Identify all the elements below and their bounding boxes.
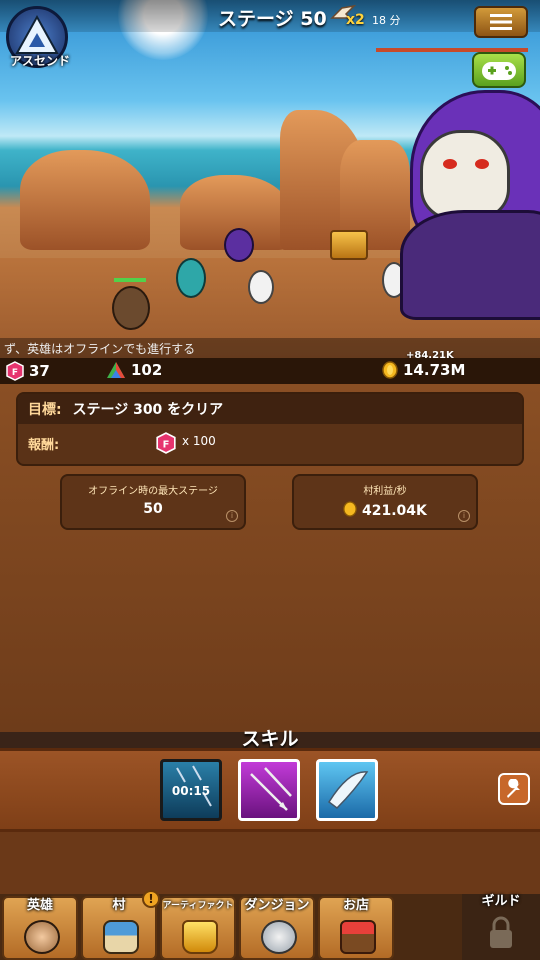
stage-label: ステージ 50 [218,8,327,30]
boss-eye [443,159,457,169]
skills-title: スキル [241,728,299,750]
village-income-value: 421.04K [362,503,427,519]
boost-multiplier: x2 [346,12,365,28]
nav-shop-label: お店 [342,898,369,913]
nav-guild[interactable]: ギルド [462,894,540,960]
nav-heroes[interactable]: 英雄 [2,896,78,960]
info-icon[interactable]: i [226,510,238,522]
svg-text:F: F [163,439,170,450]
wrench-icon [507,779,520,798]
offline-max-value: 50 [143,501,163,517]
goal-text: ステージ 300 をクリア [72,402,224,418]
offline-max-stage-box: オフライン時の最大ステージ 50 i [60,474,246,530]
tricolor-crystal-icon [107,362,125,378]
nav-artifacts[interactable]: アーティファクト [160,896,236,960]
reward-amount: x 100 [182,434,216,448]
nav-guild-label: ギルド [481,894,521,909]
news-ticker: ず、英雄はオフラインでも進行する [0,338,540,358]
skill-blade-slash[interactable] [316,759,378,821]
village-income-box: 村利益/秒 421.04K i [292,474,478,530]
pink-gem-icon: F [156,432,176,454]
crystal-count: 102 [131,361,163,379]
currency-bar: F 37 102 14.73M [0,358,540,384]
lock-icon [490,916,512,948]
nav-dungeon-label: ダンジョン [244,898,310,913]
reward-label: 報酬: [28,438,60,453]
skills-bar: 00:15 [0,748,540,832]
gold-counter[interactable]: 14.73M [382,361,465,379]
gold-count: 14.73M [403,361,466,379]
bottom-nav: 英雄 村 ! アーティファクト ダンジョン お店 ギルド [0,890,540,960]
boss-body [400,210,540,320]
village-income-title: 村利益/秒 [363,486,407,497]
village-house-icon [103,920,139,954]
offline-max-title: オフライン時の最大ステージ [88,486,218,497]
hero-portrait-icon [24,920,60,954]
boss-skull-icon [420,130,510,220]
village-income-row: 421.04K [294,501,476,519]
crown-icon [182,920,218,954]
enemy-hooded-skeleton [224,228,254,262]
enemy-skeleton [248,270,274,304]
boss-reaper[interactable] [400,90,540,320]
info-icon[interactable]: i [458,510,470,522]
gold-coin-icon [382,361,398,379]
nav-artifacts-label: アーティファクト [162,901,234,911]
boss-eye [475,159,489,169]
hamburger-icon [490,14,512,30]
hero-archer [176,258,206,298]
goal-panel: 目標: ステージ 300 をクリア 報酬: F x 100 [16,392,524,466]
skill-multi-arrow[interactable] [238,759,300,821]
wrench-button[interactable] [498,773,530,805]
blade-slash-icon [327,771,369,809]
reward-row: 報酬: F x 100 [18,424,522,464]
skill-arrow-rain[interactable]: 00:15 [160,759,222,821]
crossed-swords-icon [261,920,297,954]
hero-hp-bar [114,278,146,282]
gold-coin-icon [343,501,357,517]
shop-stall-icon [340,920,376,954]
nav-shop[interactable]: お店 [318,896,394,960]
pink-gem-icon: F [6,361,24,381]
goal-row: 目標: ステージ 300 をクリア [18,394,522,424]
goal-label: 目標: [28,402,62,418]
rock [20,150,150,250]
treasure-chest-icon[interactable] [330,230,368,260]
gem-count: 37 [29,362,50,380]
multi-arrow-icon [250,767,292,811]
lower-panel [0,832,540,894]
main-panel: 目標: ステージ 300 をクリア 報酬: F x 100 オフライン時の最大ス… [0,384,540,732]
nav-heroes-label: 英雄 [26,898,53,913]
boost-time: 18 分 [372,14,401,27]
village-alert-badge: ! [142,890,160,908]
nav-dungeon[interactable]: ダンジョン [239,896,315,960]
ascend-label: アスセンド [9,54,70,68]
gem-counter[interactable]: F 37 [6,361,50,381]
hero-warrior [112,286,150,330]
crystal-counter[interactable]: 102 [106,361,162,379]
svg-text:F: F [12,368,18,378]
gamepad-button[interactable] [472,52,526,88]
gamepad-icon [482,62,516,80]
battle-scene[interactable]: ステージ 50 x2 18 分 アスセンド ず、英雄はオフラインでも進行する [0,0,540,358]
skill-cooldown: 00:15 [171,784,211,798]
menu-button[interactable] [474,6,528,38]
